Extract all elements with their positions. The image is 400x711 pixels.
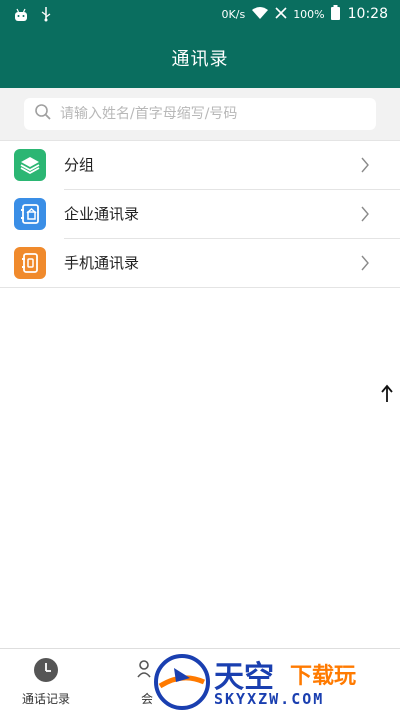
menu-item-label: 手机通讯录 [64, 254, 140, 272]
contacts-menu: 分组 企业通讯录 手机通讯录 [0, 140, 400, 288]
nav-item-label: 通话记录 [22, 692, 71, 706]
chevron-right-icon [360, 157, 370, 177]
menu-item-label: 分组 [64, 156, 95, 174]
usb-icon [40, 6, 52, 26]
wifi-icon [251, 6, 269, 23]
watermark-emblem-icon [154, 654, 210, 710]
nav-item-call-log[interactable]: 通话记录 [22, 657, 70, 707]
search-box[interactable] [24, 98, 376, 130]
page-title: 通讯录 [171, 49, 229, 70]
no-signal-icon [275, 6, 287, 22]
watermark-site: SKYXZW.COM [214, 690, 325, 708]
status-bar: 0K/s 100% 10:28 [0, 0, 400, 28]
chevron-right-icon [360, 255, 370, 275]
menu-item-groups[interactable]: 分组 [0, 141, 400, 190]
android-icon [14, 7, 28, 26]
search-input[interactable] [60, 106, 360, 122]
menu-item-phone-contacts[interactable]: 手机通讯录 [0, 239, 400, 288]
search-area [0, 88, 400, 140]
battery-icon [330, 5, 340, 23]
phone-book-icon [14, 247, 46, 279]
watermark-logo: 天空 下载玩 SKYXZW.COM [152, 652, 400, 711]
app-bar: 通讯录 [0, 28, 400, 88]
chevron-right-icon [360, 206, 370, 226]
network-speed: 0K/s [221, 7, 246, 21]
layers-icon [14, 149, 46, 181]
watermark-subtitle: 下载玩 [290, 664, 357, 689]
battery-percent: 100% [293, 7, 325, 21]
building-book-icon [14, 198, 46, 230]
divider [0, 287, 400, 288]
menu-item-label: 企业通讯录 [64, 205, 140, 223]
clock-time: 10:28 [347, 6, 388, 22]
scroll-top-button[interactable] [378, 384, 396, 404]
menu-item-enterprise-contacts[interactable]: 企业通讯录 [0, 190, 400, 239]
clock-icon [33, 657, 59, 686]
arrow-up-icon [381, 384, 393, 402]
search-icon [34, 103, 52, 125]
